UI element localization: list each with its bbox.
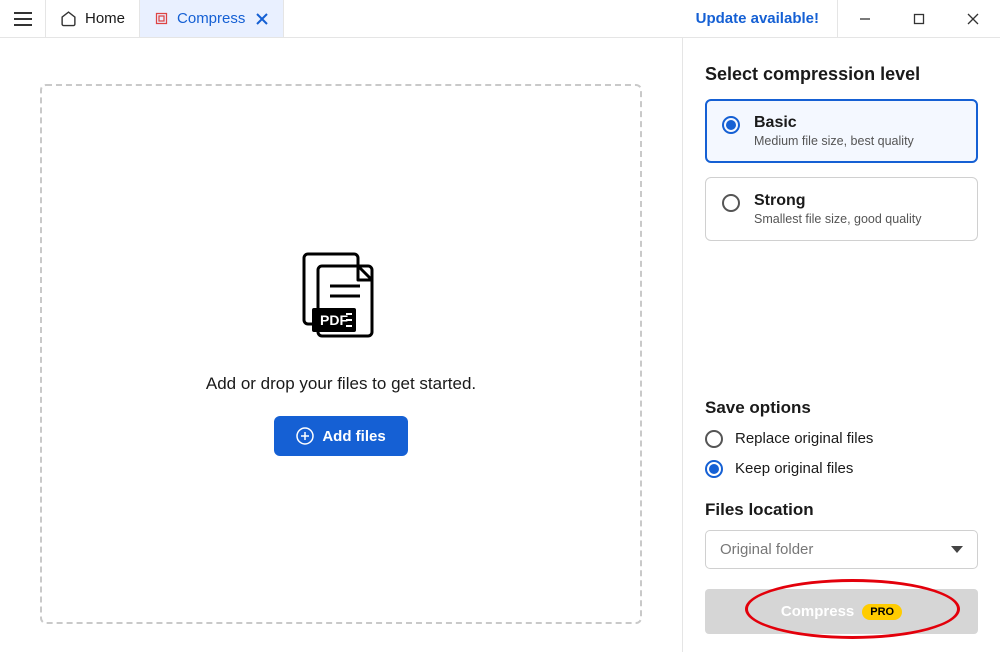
save-options-title: Save options xyxy=(705,398,978,418)
hamburger-menu[interactable] xyxy=(0,0,46,37)
plus-circle-icon xyxy=(296,427,314,445)
close-icon xyxy=(255,12,269,26)
radio-keep xyxy=(705,460,723,478)
dropzone-message: Add or drop your files to get started. xyxy=(206,374,476,394)
minimize-icon xyxy=(859,13,871,25)
tabs: Home Compress xyxy=(46,0,284,37)
content: PDF Add or drop your files to get starte… xyxy=(0,38,1000,652)
maximize-button[interactable] xyxy=(892,0,946,37)
minimize-button[interactable] xyxy=(838,0,892,37)
compress-button-label: Compress xyxy=(781,603,854,620)
option-basic-title: Basic xyxy=(754,114,914,132)
files-location-value: Original folder xyxy=(720,541,813,558)
save-keep-label: Keep original files xyxy=(735,460,853,477)
dropzone[interactable]: PDF Add or drop your files to get starte… xyxy=(40,84,642,624)
option-basic-sub: Medium file size, best quality xyxy=(754,134,914,148)
main-area: PDF Add or drop your files to get starte… xyxy=(0,38,682,652)
pro-badge: PRO xyxy=(862,604,902,620)
close-window-button[interactable] xyxy=(946,0,1000,37)
tab-home-label: Home xyxy=(85,10,125,27)
home-icon xyxy=(60,10,77,27)
compression-level-title: Select compression level xyxy=(705,64,978,85)
window-controls xyxy=(838,0,1000,37)
chevron-down-icon xyxy=(951,546,963,553)
save-replace-label: Replace original files xyxy=(735,430,873,447)
sidebar: Select compression level Basic Medium fi… xyxy=(682,38,1000,652)
option-strong-sub: Smallest file size, good quality xyxy=(754,212,921,226)
radio-strong xyxy=(722,194,740,212)
tab-compress-label: Compress xyxy=(177,10,245,27)
compress-button[interactable]: Compress PRO xyxy=(705,589,978,634)
compression-option-basic[interactable]: Basic Medium file size, best quality xyxy=(705,99,978,163)
save-option-keep[interactable]: Keep original files xyxy=(705,458,978,478)
hamburger-icon xyxy=(14,12,32,26)
titlebar: Home Compress Update available! xyxy=(0,0,1000,38)
add-files-label: Add files xyxy=(322,428,385,445)
close-icon xyxy=(967,13,979,25)
update-available-link[interactable]: Update available! xyxy=(678,0,838,37)
radio-basic xyxy=(722,116,740,134)
option-strong-title: Strong xyxy=(754,192,921,210)
maximize-icon xyxy=(913,13,925,25)
files-location-select[interactable]: Original folder xyxy=(705,530,978,569)
tab-close-button[interactable] xyxy=(255,12,269,26)
add-files-button[interactable]: Add files xyxy=(274,416,407,456)
pdf-file-icon: PDF xyxy=(298,252,384,352)
compression-option-strong[interactable]: Strong Smallest file size, good quality xyxy=(705,177,978,241)
tab-home[interactable]: Home xyxy=(46,0,140,37)
svg-text:PDF: PDF xyxy=(320,312,348,328)
radio-replace xyxy=(705,430,723,448)
compress-icon xyxy=(154,11,169,26)
files-location-title: Files location xyxy=(705,500,978,520)
save-option-replace[interactable]: Replace original files xyxy=(705,428,978,448)
tab-compress[interactable]: Compress xyxy=(140,0,284,37)
